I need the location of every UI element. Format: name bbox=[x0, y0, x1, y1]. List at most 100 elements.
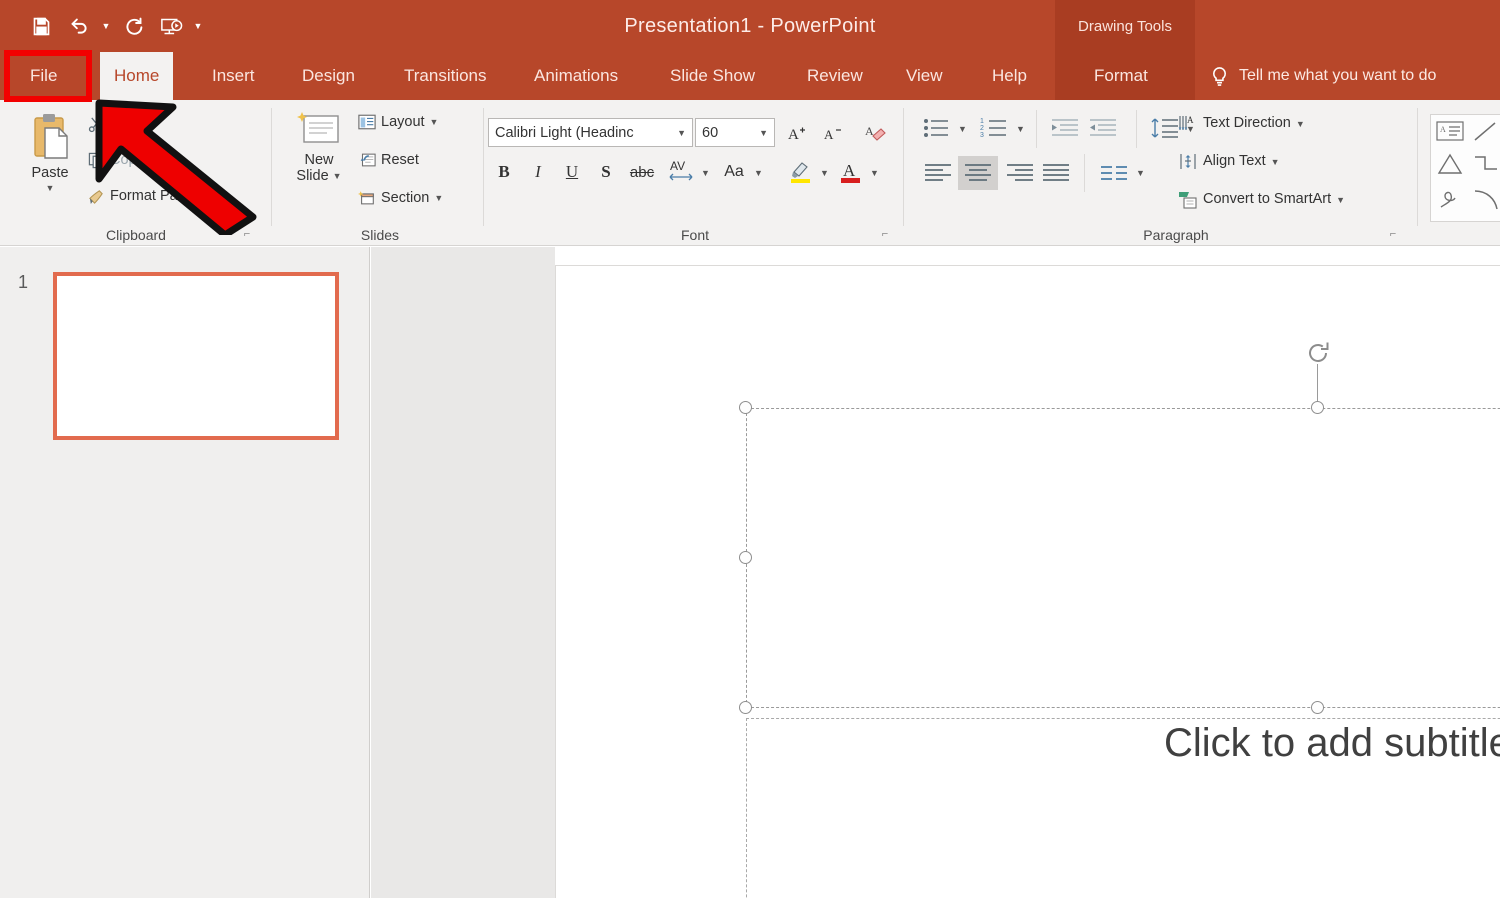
section-dropdown-caret[interactable]: ▼ bbox=[434, 193, 443, 203]
ribbon-group-font: Calibri Light (Headinc ▼ 60 ▼ A A A B I bbox=[486, 100, 904, 246]
paragraph-group-label: Paragraph bbox=[1143, 227, 1209, 243]
tab-insert[interactable]: Insert bbox=[198, 52, 269, 100]
justify-button[interactable] bbox=[1038, 158, 1074, 188]
tab-review[interactable]: Review bbox=[793, 52, 877, 100]
font-color-dropdown-caret[interactable]: ▼ bbox=[870, 168, 879, 178]
tab-home[interactable]: Home bbox=[100, 52, 174, 100]
bold-button[interactable]: B bbox=[490, 158, 518, 186]
tab-view[interactable]: View bbox=[892, 52, 957, 100]
svg-text:2: 2 bbox=[980, 125, 984, 132]
tab-design[interactable]: Design bbox=[288, 52, 369, 100]
tab-format[interactable]: Format bbox=[1080, 52, 1162, 100]
layout-button[interactable]: Layout ▼ bbox=[358, 114, 438, 130]
svg-text:A: A bbox=[824, 127, 834, 142]
font-dialog-launcher[interactable]: ⌐ bbox=[878, 227, 892, 241]
font-size-dropdown-caret[interactable]: ▼ bbox=[759, 128, 768, 138]
columns-button[interactable] bbox=[1096, 158, 1132, 188]
character-spacing-button[interactable]: AV bbox=[664, 156, 698, 186]
numbering-button[interactable]: 1 2 3 bbox=[978, 114, 1012, 142]
arc-shape-icon[interactable] bbox=[1473, 187, 1500, 216]
ribbon: Paste ▼ Cut Copy Format Painter Clipboar… bbox=[0, 100, 1500, 246]
resize-handle-top-left[interactable] bbox=[739, 401, 752, 414]
font-name-value: Calibri Light (Headinc bbox=[495, 124, 634, 141]
character-spacing-dropdown-caret[interactable]: ▼ bbox=[701, 168, 710, 178]
svg-text:3: 3 bbox=[980, 132, 984, 139]
cut-button[interactable]: Cut bbox=[88, 116, 133, 133]
font-name-dropdown-caret[interactable]: ▼ bbox=[677, 128, 686, 138]
scribble-shape-icon[interactable] bbox=[1437, 185, 1463, 216]
new-slide-label-line1: New bbox=[304, 152, 334, 168]
layout-dropdown-caret[interactable]: ▼ bbox=[430, 117, 439, 127]
paste-button[interactable]: Paste ▼ bbox=[14, 112, 86, 193]
tab-transitions[interactable]: Transitions bbox=[390, 52, 501, 100]
paste-dropdown-caret[interactable]: ▼ bbox=[46, 183, 55, 193]
change-case-button[interactable]: Aa bbox=[718, 158, 750, 186]
new-slide-button[interactable]: New Slide ▼ bbox=[284, 110, 354, 184]
italic-button[interactable]: I bbox=[524, 158, 552, 186]
text-box-shape-icon[interactable]: A bbox=[1435, 119, 1465, 148]
tab-file[interactable]: File bbox=[16, 52, 71, 100]
convert-to-smartart-button[interactable]: Convert to SmartArt ▼ bbox=[1178, 190, 1345, 209]
svg-text:A: A bbox=[1187, 115, 1194, 125]
section-icon bbox=[358, 190, 376, 206]
align-center-button[interactable] bbox=[958, 156, 998, 190]
text-direction-button[interactable]: A Text Direction ▼ bbox=[1178, 114, 1305, 133]
copy-button[interactable]: Copy bbox=[88, 152, 144, 169]
group-separator bbox=[903, 108, 904, 226]
slide-thumbnail-1[interactable] bbox=[53, 272, 339, 440]
columns-dropdown-caret[interactable]: ▼ bbox=[1136, 168, 1145, 178]
decrease-font-size-button[interactable]: A bbox=[818, 118, 848, 147]
new-slide-dropdown-caret[interactable]: ▼ bbox=[333, 171, 342, 181]
rotate-handle[interactable] bbox=[1303, 338, 1333, 368]
resize-handle-middle-left[interactable] bbox=[739, 551, 752, 564]
clipboard-dialog-launcher[interactable]: ⌐ bbox=[240, 227, 254, 241]
layout-label: Layout bbox=[381, 113, 425, 130]
paragraph-dialog-launcher[interactable]: ⌐ bbox=[1386, 227, 1400, 241]
resize-handle-bottom-center[interactable] bbox=[1311, 701, 1324, 714]
triangle-shape-icon[interactable] bbox=[1435, 151, 1465, 182]
reset-button[interactable]: Reset bbox=[358, 152, 419, 168]
underline-button[interactable]: U bbox=[558, 158, 586, 186]
bullets-button[interactable] bbox=[920, 114, 954, 142]
title-placeholder[interactable] bbox=[746, 408, 1500, 708]
cut-label: Cut bbox=[110, 116, 133, 132]
align-left-button[interactable] bbox=[920, 158, 956, 188]
align-text-button[interactable]: Align Text ▼ bbox=[1178, 152, 1280, 171]
font-name-input[interactable]: Calibri Light (Headinc ▼ bbox=[488, 118, 693, 147]
line-spacing-button[interactable] bbox=[1148, 114, 1182, 142]
text-shadow-button[interactable]: S bbox=[592, 158, 620, 186]
numbering-dropdown-caret[interactable]: ▼ bbox=[1016, 124, 1025, 134]
decrease-indent-button[interactable] bbox=[1048, 114, 1082, 142]
bullets-dropdown-caret[interactable]: ▼ bbox=[958, 124, 967, 134]
shapes-gallery[interactable]: A bbox=[1430, 114, 1500, 222]
elbow-connector-shape-icon[interactable] bbox=[1473, 153, 1500, 180]
layout-icon bbox=[358, 114, 376, 130]
increase-font-size-button[interactable]: A bbox=[782, 118, 812, 147]
tab-help[interactable]: Help bbox=[978, 52, 1041, 100]
change-case-dropdown-caret[interactable]: ▼ bbox=[754, 168, 763, 178]
font-size-value: 60 bbox=[702, 124, 719, 141]
text-highlight-dropdown-caret[interactable]: ▼ bbox=[820, 168, 829, 178]
align-right-button[interactable] bbox=[1002, 158, 1038, 188]
align-text-dropdown-caret[interactable]: ▼ bbox=[1271, 157, 1280, 167]
inline-separator bbox=[1136, 110, 1137, 148]
clear-formatting-button[interactable]: A bbox=[860, 118, 892, 147]
convert-to-smartart-dropdown-caret[interactable]: ▼ bbox=[1336, 195, 1345, 205]
scissors-icon bbox=[88, 116, 105, 133]
font-color-button[interactable]: A bbox=[836, 156, 866, 186]
tab-slide-show[interactable]: Slide Show bbox=[656, 52, 769, 100]
section-button[interactable]: Section ▼ bbox=[358, 190, 443, 206]
resize-handle-top-center[interactable] bbox=[1311, 401, 1324, 414]
text-highlight-color-button[interactable] bbox=[786, 156, 816, 186]
tab-animations[interactable]: Animations bbox=[520, 52, 632, 100]
strikethrough-button[interactable]: abc bbox=[626, 158, 658, 186]
tell-me-search[interactable]: Tell me what you want to do bbox=[1210, 52, 1436, 100]
font-size-input[interactable]: 60 ▼ bbox=[695, 118, 775, 147]
slide-canvas[interactable]: Click to add subtitle bbox=[555, 265, 1500, 898]
text-direction-dropdown-caret[interactable]: ▼ bbox=[1296, 119, 1305, 129]
increase-indent-button[interactable] bbox=[1086, 114, 1120, 142]
format-painter-button[interactable]: Format Painter bbox=[88, 188, 206, 205]
line-shape-icon[interactable] bbox=[1473, 121, 1499, 148]
ribbon-tab-strip: File Home Insert Design Transitions Anim… bbox=[0, 52, 1500, 100]
resize-handle-bottom-left[interactable] bbox=[739, 701, 752, 714]
